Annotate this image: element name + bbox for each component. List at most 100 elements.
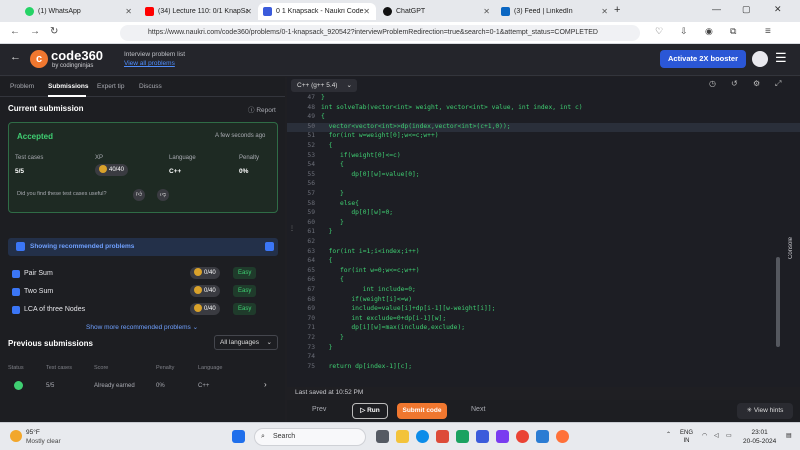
activate-booster-button[interactable]: Activate 2X booster: [660, 50, 746, 68]
tab-problem[interactable]: Problem: [10, 83, 34, 90]
settings-icon[interactable]: ⚙: [753, 79, 760, 88]
edge-icon[interactable]: [416, 430, 429, 443]
code-line[interactable]: 57 }: [287, 190, 800, 200]
wifi-icon[interactable]: ◠: [702, 432, 707, 440]
tab-expert-tip[interactable]: Expert tip: [97, 83, 124, 90]
thumbs-down-icon[interactable]: 👎︎: [157, 189, 169, 201]
task-view-icon[interactable]: [376, 430, 389, 443]
close-window-icon[interactable]: ✕: [774, 4, 782, 15]
code-line[interactable]: 53 if(weight[0]<=c): [287, 152, 800, 162]
code-line[interactable]: 52 {: [287, 142, 800, 152]
code-line[interactable]: 73 }: [287, 344, 800, 354]
extensions-icon[interactable]: ⧉: [730, 26, 736, 37]
reset-icon[interactable]: ↺: [731, 79, 738, 88]
problem-name[interactable]: Two Sum: [24, 288, 53, 295]
code-text[interactable]: {: [321, 142, 333, 149]
code-text[interactable]: return dp[index-1][c];: [321, 363, 412, 370]
code-line[interactable]: 68 if(weight[i]<=w): [287, 296, 800, 306]
code-text[interactable]: }: [321, 219, 344, 226]
code-text[interactable]: {: [321, 257, 333, 264]
code-text[interactable]: if(weight[0]<=c): [321, 152, 401, 159]
code-line[interactable]: 64 {: [287, 257, 800, 267]
notification-icon[interactable]: ▤: [786, 432, 792, 440]
code-text[interactable]: {: [321, 161, 344, 168]
code-text[interactable]: }: [321, 344, 333, 351]
tab-submissions[interactable]: Submissions: [48, 83, 88, 90]
browser-tab-code360[interactable]: 0 1 Knapsack - Naukri Code 360 ✕: [258, 3, 376, 20]
code-line[interactable]: 54 {: [287, 161, 800, 171]
code-line[interactable]: 59 dp[0][w]=0;: [287, 209, 800, 219]
back-icon[interactable]: ←: [10, 26, 20, 37]
code-line[interactable]: 72 }: [287, 334, 800, 344]
code-text[interactable]: }: [321, 190, 344, 197]
code-line[interactable]: 56: [287, 180, 800, 190]
code-text[interactable]: for(int i=1;i<index;i++): [321, 248, 420, 255]
code-text[interactable]: if(weight[i]<=w): [321, 296, 412, 303]
code-line[interactable]: 69 include=value[i]+dp[i-1][w-weight[i]]…: [287, 305, 800, 315]
code-text[interactable]: {: [321, 276, 344, 283]
new-tab-icon[interactable]: +: [614, 4, 620, 16]
app-icon[interactable]: [476, 430, 489, 443]
browser-tab-youtube[interactable]: (34) Lecture 110: 0/1 KnapSack ✕: [140, 3, 258, 20]
code-text[interactable]: int solveTab(vector<int> weight, vector<…: [321, 104, 583, 111]
code-text[interactable]: int exclude=0+dp[i-1][w];: [321, 315, 446, 322]
code-line[interactable]: 65 for(int w=0;w<=c;w++): [287, 267, 800, 277]
console-toggle[interactable]: Console: [788, 237, 794, 259]
code-line[interactable]: 55 dp[0][w]=value[0];: [287, 171, 800, 181]
code-line[interactable]: 58 else{: [287, 200, 800, 210]
report-button[interactable]: ⓘ Report: [248, 104, 276, 114]
volume-icon[interactable]: ◁: [714, 432, 719, 440]
problem-name[interactable]: Pair Sum: [24, 270, 53, 277]
drag-handle-icon[interactable]: ⋮: [289, 225, 295, 232]
problem-name[interactable]: LCA of three Nodes: [24, 306, 85, 313]
app-icon[interactable]: [456, 430, 469, 443]
code-line[interactable]: 70 int exclude=0+dp[i-1][w];: [287, 315, 800, 325]
code-text[interactable]: }: [321, 228, 333, 235]
maximize-icon[interactable]: ▢: [742, 4, 751, 15]
taskbar-search[interactable]: ⌕ Search: [254, 428, 366, 446]
chevron-up-icon[interactable]: ⌃: [666, 431, 671, 439]
avatar[interactable]: [752, 51, 768, 67]
hamburger-icon[interactable]: ☰: [775, 50, 787, 66]
code-text[interactable]: include=value[i]+dp[i-1][w-weight[i]];: [321, 305, 495, 312]
download-icon[interactable]: ⇩: [680, 26, 688, 37]
list-item[interactable]: LCA of three Nodes 0/40 Easy: [10, 303, 280, 317]
vscode-icon[interactable]: [536, 430, 549, 443]
thumbs-up-icon[interactable]: 👍︎: [133, 189, 145, 201]
code-line[interactable]: 60 }: [287, 219, 800, 229]
submit-button[interactable]: Submit code: [397, 403, 447, 419]
code-area[interactable]: 47} 48 int solveTab(vector<int> weight, ve…: [287, 94, 800, 382]
code-line[interactable]: 63 for(int i=1;i<index;i++): [287, 248, 800, 258]
code-text[interactable]: else{: [321, 200, 359, 207]
code-line[interactable]: 51 for(int w=weight[0];w<=c;w++): [287, 132, 800, 142]
run-button[interactable]: ▷ Run: [352, 403, 388, 419]
firefox-icon[interactable]: [556, 430, 569, 443]
fullscreen-icon[interactable]: ⤢: [775, 79, 781, 89]
browser-tab-linkedin[interactable]: (3) Feed | LinkedIn ✕: [496, 3, 614, 20]
account-icon[interactable]: ◉: [705, 26, 713, 37]
code-text[interactable]: {: [321, 113, 325, 120]
browser-tab-chatgpt[interactable]: ChatGPT ✕: [378, 3, 496, 20]
store-icon[interactable]: [436, 430, 449, 443]
code-text[interactable]: dp[i][w]=max(include,exclude);: [321, 324, 465, 331]
browser-menu-icon[interactable]: ≡: [765, 26, 771, 37]
browser-tab-whatsapp[interactable]: (1) WhatsApp ✕: [20, 3, 138, 20]
prev-button[interactable]: Prev: [312, 406, 326, 413]
next-button[interactable]: Next: [471, 406, 485, 413]
show-more-link[interactable]: Show more recommended problems ⌄: [86, 323, 198, 331]
close-icon[interactable]: ✕: [125, 7, 132, 16]
code-text[interactable]: for(int w=0;w<=c;w++): [321, 267, 420, 274]
code-line[interactable]: 75 return dp[index-1][c];: [287, 363, 800, 373]
close-icon[interactable]: ✕: [483, 7, 490, 16]
code-text[interactable]: int include=0;: [321, 286, 416, 293]
back-arrow-icon[interactable]: ←: [10, 51, 21, 63]
code-line[interactable]: 62: [287, 238, 800, 248]
code-line[interactable]: 74: [287, 353, 800, 363]
list-item[interactable]: Pair Sum 0/40 Easy: [10, 267, 280, 281]
code-text[interactable]: }: [321, 94, 325, 101]
editor-scrollbar[interactable]: [776, 257, 780, 347]
code-line[interactable]: 66 {: [287, 276, 800, 286]
forward-icon[interactable]: →: [30, 26, 40, 37]
chevron-right-icon[interactable]: ›: [264, 380, 267, 389]
code-line[interactable]: 49 {: [287, 113, 800, 123]
